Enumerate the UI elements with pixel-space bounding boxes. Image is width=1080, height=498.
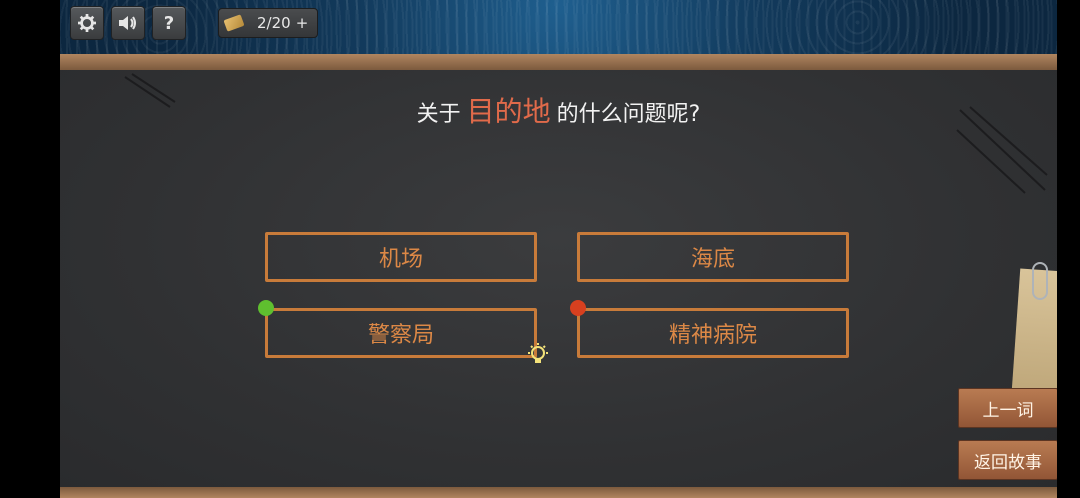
top-banner <box>60 0 1057 56</box>
question-suffix: 的什么问题呢? <box>556 102 701 127</box>
question-text: 关于 目的地 的什么问题呢? <box>60 90 1057 137</box>
game-screen: ? 2/20 + 关于 目的地 的什么问题呢? 机场 海底 警察局 精神病院 上… <box>60 0 1057 498</box>
question-keyword: 目的地 <box>466 95 551 128</box>
back-to-story-button[interactable]: 返回故事 <box>958 440 1057 480</box>
option-label: 机场 <box>378 247 423 272</box>
option-button[interactable]: 警察局 <box>265 308 537 358</box>
hint-counter[interactable]: 2/20 + <box>218 8 318 38</box>
add-hint-button[interactable]: + <box>296 14 309 32</box>
sound-button[interactable] <box>111 6 145 40</box>
hint-count: 2/20 <box>257 14 291 32</box>
option-label: 警察局 <box>367 323 434 348</box>
option-label: 海底 <box>690 247 735 272</box>
paperclip-icon <box>1032 262 1048 300</box>
red-marker-dot <box>570 300 586 316</box>
gear-icon <box>78 14 96 32</box>
prev-word-button[interactable]: 上一词 <box>958 388 1057 428</box>
help-button[interactable]: ? <box>152 6 186 40</box>
help-icon: ? <box>163 12 175 34</box>
question-prefix: 关于 <box>416 102 461 127</box>
back-to-story-label: 返回故事 <box>974 452 1042 473</box>
ticket-icon <box>223 14 245 32</box>
lightbulb-icon[interactable] <box>526 342 550 366</box>
option-button[interactable]: 海底 <box>577 232 849 282</box>
green-marker-dot <box>258 300 274 316</box>
option-label: 精神病院 <box>668 323 757 348</box>
board-frame-bottom <box>60 487 1057 498</box>
speaker-icon <box>119 16 136 30</box>
option-button[interactable]: 机场 <box>265 232 537 282</box>
prev-word-label: 上一词 <box>982 400 1034 421</box>
settings-button[interactable] <box>70 6 104 40</box>
option-button[interactable]: 精神病院 <box>577 308 849 358</box>
